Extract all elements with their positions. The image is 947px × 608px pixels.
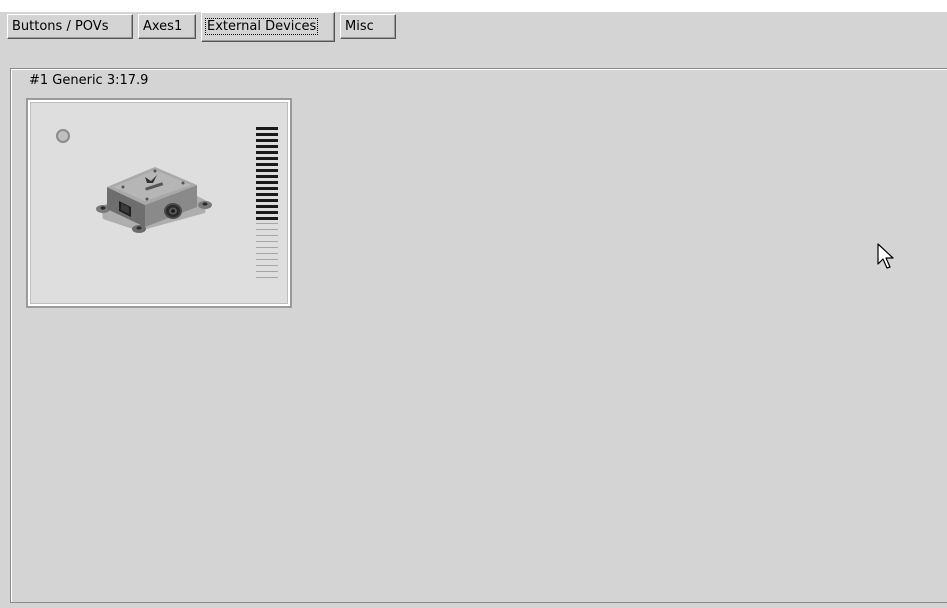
meter-segment-inactive: [256, 229, 278, 230]
meter-segment-active: [256, 211, 278, 214]
meter-segment-active: [256, 145, 278, 148]
meter-segment-active: [256, 217, 278, 220]
tab-label: External Devices: [204, 18, 319, 35]
tab-buttons-povs[interactable]: Buttons / POVs: [7, 14, 133, 39]
device-title: #1 Generic 3:17.9: [29, 73, 149, 88]
tab-label: Axes1: [143, 19, 183, 34]
tab-label: Buttons / POVs: [12, 19, 109, 34]
tab-bar: Buttons / POVs Axes1 External Devices Mi…: [0, 12, 947, 44]
tab-external-devices[interactable]: External Devices: [201, 12, 335, 42]
meter-segment-active: [256, 151, 278, 154]
sensor-device-icon: [96, 167, 212, 233]
tab-axes1[interactable]: Axes1: [138, 14, 196, 39]
meter-segment-inactive: [256, 277, 278, 278]
meter-segment-active: [256, 175, 278, 178]
meter-segment-inactive: [256, 235, 278, 236]
tab-misc[interactable]: Misc: [340, 14, 396, 39]
signal-level-meter: [256, 127, 278, 287]
meter-segment-active: [256, 127, 278, 130]
meter-segment-active: [256, 181, 278, 184]
meter-segment-active: [256, 157, 278, 160]
device-card[interactable]: [26, 98, 292, 308]
window-top-strip: [0, 0, 947, 12]
meter-segment-active: [256, 163, 278, 166]
device-card-inner: [30, 102, 288, 304]
meter-segment-active: [256, 193, 278, 196]
meter-segment-active: [256, 187, 278, 190]
external-devices-panel: #1 Generic 3:17.9: [10, 68, 947, 603]
meter-segment-active: [256, 133, 278, 136]
meter-segment-inactive: [256, 247, 278, 248]
meter-segment-active: [256, 199, 278, 202]
meter-segment-active: [256, 169, 278, 172]
meter-segment-inactive: [256, 265, 278, 266]
meter-segment-active: [256, 205, 278, 208]
mouse-pointer-icon: [877, 243, 894, 269]
tab-label: Misc: [345, 19, 374, 34]
meter-segment-active: [256, 139, 278, 142]
meter-segment-inactive: [256, 241, 278, 242]
meter-segment-inactive: [256, 271, 278, 272]
meter-segment-inactive: [256, 223, 278, 224]
meter-segment-inactive: [256, 259, 278, 260]
led-indicator-icon: [56, 129, 70, 143]
meter-segment-inactive: [256, 253, 278, 254]
